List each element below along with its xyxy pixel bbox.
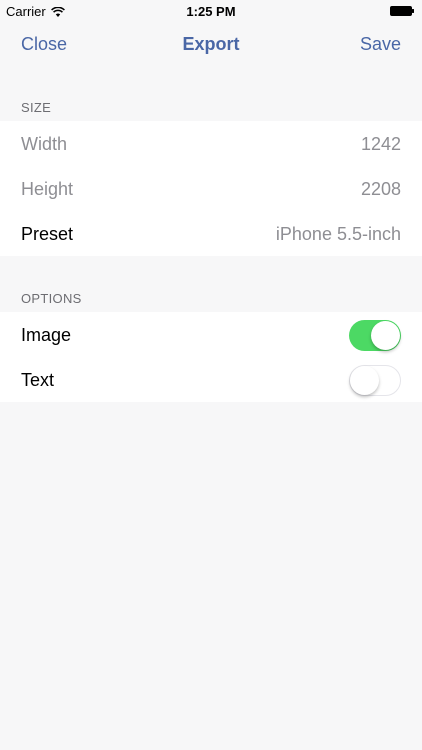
page-title: Export	[182, 34, 240, 54]
size-group: Width 1242 Height 2208 Preset iPhone 5.5…	[0, 121, 422, 256]
image-toggle-knob	[371, 321, 400, 350]
preset-value: iPhone 5.5-inch	[275, 224, 401, 244]
size-section-header: SIZE	[21, 100, 52, 115]
text-row: Text	[0, 357, 422, 402]
options-group: Image Text	[0, 312, 422, 402]
options-section-header: OPTIONS	[21, 291, 82, 306]
height-row[interactable]: Height 2208	[0, 166, 422, 211]
preset-label: Preset	[21, 224, 74, 244]
height-label: Height	[21, 179, 74, 199]
width-value: 1242	[360, 134, 401, 154]
width-row[interactable]: Width 1242	[0, 121, 422, 166]
image-row: Image	[0, 312, 422, 357]
preset-row[interactable]: Preset iPhone 5.5-inch	[0, 211, 422, 256]
image-label: Image	[21, 325, 72, 345]
save-button[interactable]: Save	[360, 34, 401, 55]
text-label: Text	[21, 370, 55, 390]
status-bar: Carrier 1:25 PM	[0, 0, 422, 22]
status-time: 1:25 PM	[186, 4, 236, 19]
text-toggle[interactable]	[349, 365, 401, 396]
height-value: 2208	[360, 179, 401, 199]
text-toggle-knob	[350, 366, 379, 395]
width-label: Width	[21, 134, 68, 154]
battery-icon	[390, 6, 414, 16]
navigation-bar: Close Export Save	[0, 22, 422, 66]
image-toggle[interactable]	[349, 320, 401, 351]
